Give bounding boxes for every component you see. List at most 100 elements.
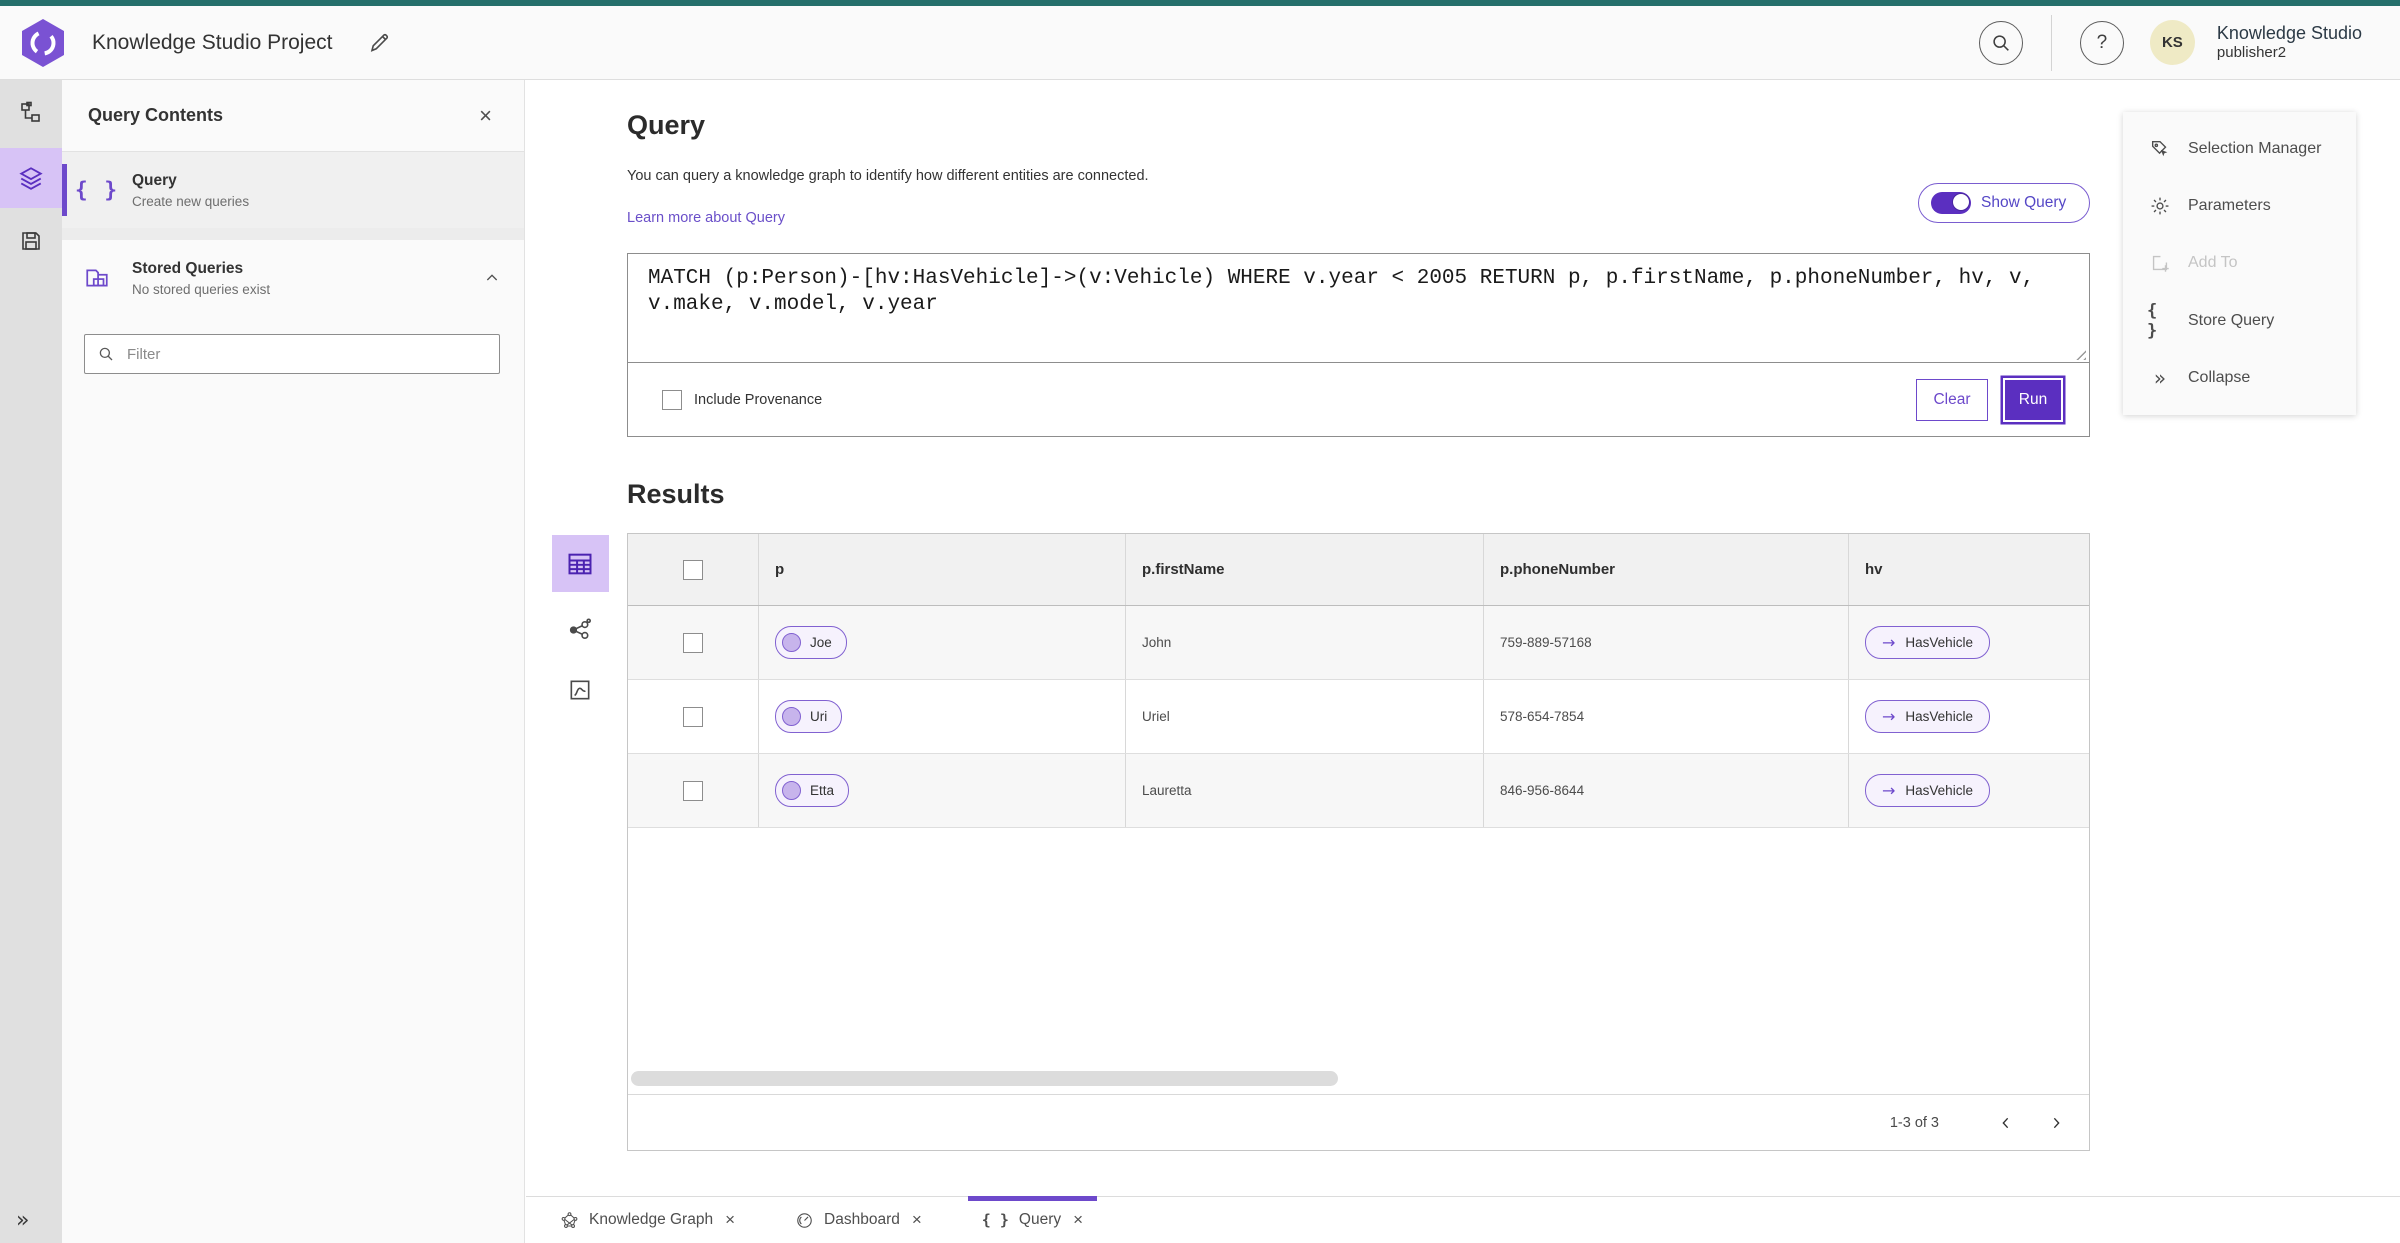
close-icon[interactable]: × — [1073, 1210, 1083, 1230]
selection-manager-button[interactable]: Selection Manager — [2123, 124, 2356, 174]
person-node-chip[interactable]: Joe — [775, 626, 847, 659]
chart-icon — [567, 677, 593, 703]
sidebar-collapse-button[interactable]: » — [0, 1208, 29, 1233]
close-icon[interactable]: × — [912, 1210, 922, 1230]
column-header-hv[interactable]: hv — [1849, 534, 2089, 605]
app-window: Knowledge Studio Project ? KS Knowledge … — [0, 0, 2400, 1243]
clear-button[interactable]: Clear — [1916, 378, 1988, 421]
query-editor-input[interactable]: MATCH (p:Person)-[hv:HasVehicle]->(v:Veh… — [628, 254, 2089, 363]
action-label: Selection Manager — [2188, 139, 2322, 157]
tab-query[interactable]: { } Query × — [962, 1196, 1103, 1243]
person-node-chip[interactable]: Uri — [775, 700, 843, 733]
app-logo — [20, 18, 66, 68]
node-dot-icon — [782, 633, 801, 652]
braces-icon: { } — [981, 1211, 1009, 1229]
run-button[interactable]: Run — [2003, 377, 2063, 422]
row-checkbox[interactable] — [683, 632, 703, 653]
layers-icon — [18, 165, 44, 191]
column-header-firstname[interactable]: p.firstName — [1126, 534, 1484, 605]
chevron-right-icon — [2048, 1115, 2064, 1131]
tab-label: Knowledge Graph — [589, 1211, 714, 1228]
filter-input[interactable] — [125, 344, 487, 364]
panel-title: Query Contents — [88, 105, 224, 125]
column-header-phonenumber[interactable]: p.phoneNumber — [1484, 534, 1849, 605]
select-all-checkbox[interactable] — [683, 559, 703, 580]
panel-header: Query Contents × — [62, 80, 524, 152]
horizontal-scrollbar-thumb[interactable] — [631, 1071, 1338, 1086]
user-info: Knowledge Studio publisher2 — [2217, 23, 2362, 62]
panel-item-query[interactable]: { } Query Create new queries — [62, 152, 524, 228]
user-avatar[interactable]: KS — [2149, 20, 2195, 65]
collapse-panel-button[interactable]: » Collapse — [2123, 353, 2356, 403]
results-section-title: Results — [627, 479, 725, 509]
panel-gap — [62, 228, 524, 240]
panel-item-stored-queries[interactable]: Stored Queries No stored queries exist — [62, 240, 524, 316]
include-provenance-checkbox[interactable] — [662, 389, 682, 410]
help-icon: ? — [2096, 31, 2108, 53]
query-contents-panel: Query Contents × { } Query Create new qu… — [62, 80, 525, 1243]
chart-view-button[interactable] — [558, 668, 602, 712]
braces-icon: { } — [75, 178, 119, 202]
node-dot-icon — [782, 707, 801, 726]
action-label: Store Query — [2188, 311, 2275, 329]
arrow-right-icon: → — [1882, 781, 1896, 800]
table-view-button[interactable] — [551, 535, 609, 592]
tab-dashboard[interactable]: Dashboard × — [775, 1197, 942, 1243]
user-name: publisher2 — [2216, 44, 2287, 62]
edit-title-button[interactable] — [363, 27, 395, 59]
action-label: Parameters — [2188, 197, 2271, 215]
table-row: Joe John 759-889-57168 → HasVehicle — [628, 606, 2089, 680]
sidebar-item-layers[interactable] — [0, 148, 62, 208]
query-editor-box: MATCH (p:Person)-[hv:HasVehicle]->(v:Veh… — [627, 253, 2090, 437]
edge-chip[interactable]: → HasVehicle — [1865, 700, 1990, 733]
selection-manager-icon — [2147, 138, 2173, 160]
tab-knowledge-graph[interactable]: Knowledge Graph × — [540, 1197, 755, 1243]
page-title: Knowledge Studio Project — [92, 30, 333, 54]
edge-chip[interactable]: → HasVehicle — [1865, 774, 1990, 807]
hierarchy-icon — [19, 101, 43, 125]
hexagon-logo-icon — [22, 18, 64, 67]
person-node-chip[interactable]: Etta — [775, 774, 850, 807]
help-button[interactable]: ? — [2079, 20, 2124, 65]
add-to-button[interactable]: Add To — [2123, 238, 2356, 288]
row-checkbox[interactable] — [683, 706, 703, 727]
header-actions: ? KS Knowledge Studio publisher2 — [1978, 14, 2362, 71]
gear-icon — [2147, 195, 2173, 217]
sidebar-item-save[interactable] — [0, 216, 62, 266]
edge-chip[interactable]: → HasVehicle — [1865, 626, 1990, 659]
item-sublabel: Create new queries — [132, 193, 250, 209]
store-query-button[interactable]: { } Store Query — [2123, 296, 2356, 346]
filter-box — [84, 334, 500, 374]
search-icon — [1990, 32, 2012, 54]
row-checkbox[interactable] — [683, 780, 703, 801]
arrow-right-icon: → — [1882, 707, 1896, 726]
learn-more-link[interactable]: Learn more about Query — [627, 210, 785, 226]
close-icon[interactable]: × — [725, 1210, 735, 1230]
column-header-p[interactable]: p — [759, 534, 1126, 605]
selected-accent-bar — [62, 164, 67, 216]
toggle-knob — [1952, 193, 1970, 211]
toggle-switch-on[interactable] — [1931, 192, 1971, 214]
document-tab-bar: Knowledge Graph × Dashboard × { } Query … — [526, 1196, 2400, 1243]
query-section-title: Query — [627, 110, 706, 140]
show-query-toggle[interactable]: Show Query — [1918, 183, 2090, 223]
query-controls-row: Include Provenance Clear Run — [628, 363, 2089, 436]
main-content: Query You can query a knowledge graph to… — [526, 80, 2400, 1196]
item-label: Query — [132, 171, 177, 189]
firstname-value: John — [1142, 635, 1172, 650]
user-org: Knowledge Studio — [2216, 23, 2362, 44]
query-actions-panel: Selection Manager Parameters Add To { } … — [2123, 112, 2356, 415]
chevron-up-icon[interactable] — [484, 270, 500, 286]
next-page-button[interactable] — [2031, 1103, 2081, 1143]
pagination-bar: 1-3 of 3 — [628, 1094, 2089, 1150]
add-to-icon — [2147, 252, 2173, 274]
tab-label: Query — [1018, 1211, 1062, 1228]
action-label: Collapse — [2188, 369, 2251, 387]
braces-icon: { } — [2147, 300, 2158, 341]
parameters-button[interactable]: Parameters — [2123, 181, 2356, 231]
search-button[interactable] — [1978, 20, 2023, 65]
sidebar-item-knowledge-graph[interactable] — [0, 88, 62, 138]
previous-page-button[interactable] — [1981, 1103, 2031, 1143]
graph-view-button[interactable] — [558, 608, 602, 652]
close-panel-button[interactable]: × — [473, 102, 498, 130]
